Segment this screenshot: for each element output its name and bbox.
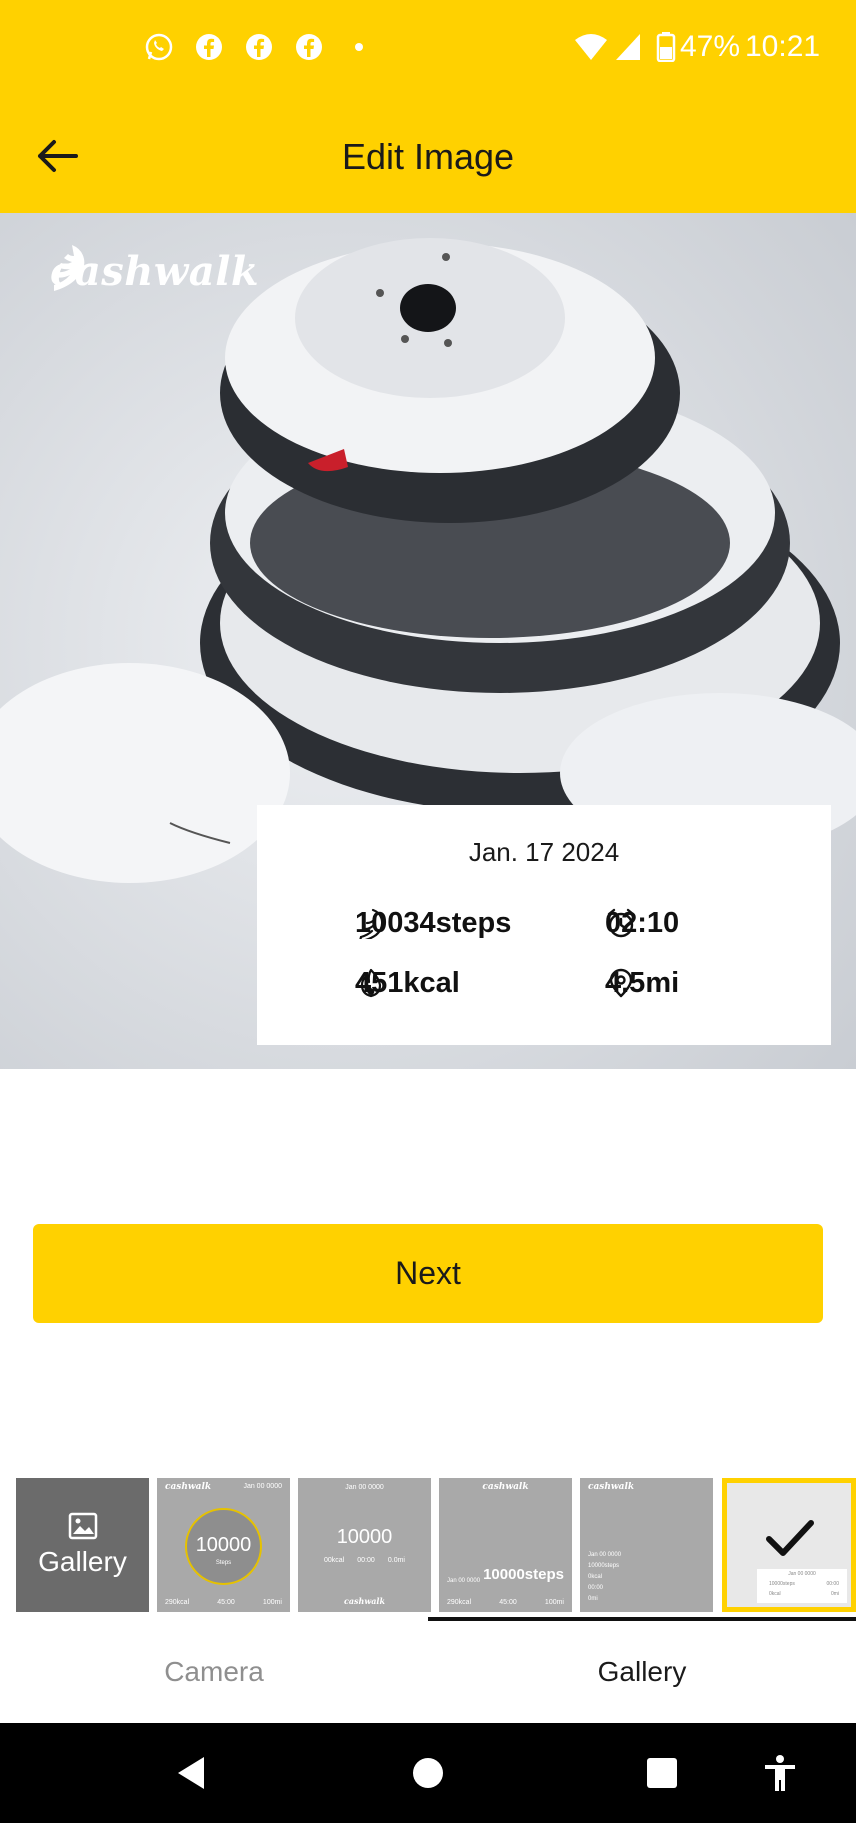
mini-stats-row: 00kcal 00:00 0.0mi: [324, 1557, 405, 1564]
shoe-icon: [54, 245, 85, 291]
mini-list-item: 0kcal: [588, 1574, 603, 1580]
mini-stats-row: 290kcal 45:00 100mi: [165, 1599, 282, 1606]
mini-time: 00:00: [826, 1581, 839, 1587]
map-pin-icon: [609, 968, 633, 998]
page-title: Edit Image: [341, 136, 515, 177]
mini-list-item: 00:00: [588, 1585, 604, 1591]
mini-stats-row: 290kcal 45:00 100mi: [447, 1599, 564, 1606]
mini-date: Jan 00 0000: [447, 1578, 481, 1584]
mini-steps: 10000steps: [769, 1581, 795, 1587]
mini-kcal: 00kcal: [324, 1557, 345, 1564]
mini-steps: 10000steps: [483, 1566, 564, 1583]
mini-dist: 0.0mi: [387, 1557, 405, 1564]
tab-camera-label: Camera: [164, 1656, 264, 1687]
battery-percent: 47%: [680, 30, 741, 63]
mini-time: 00:00: [357, 1557, 375, 1564]
flame-icon: [360, 968, 382, 998]
mini-steps: 10000: [195, 1534, 252, 1556]
mini-dist: 100mi: [262, 1599, 282, 1606]
accessibility-icon[interactable]: [760, 1753, 800, 1793]
back-triangle-icon[interactable]: [172, 1753, 212, 1793]
mini-kcal: 0kcal: [769, 1591, 781, 1597]
template-thumb-center[interactable]: Jan 00 0000 10000 00kcal 00:00 0.0mi cas…: [298, 1478, 431, 1612]
system-nav-bar: [0, 1723, 856, 1823]
next-button-label: Next: [395, 1255, 461, 1291]
clock: 10:21: [745, 30, 821, 63]
stats-card[interactable]: Jan. 17 2024 10034steps 02:10 451kcal 4.…: [257, 805, 831, 1045]
cell-signal-icon: [616, 34, 640, 60]
facebook-icon: [246, 34, 272, 60]
home-circle-icon[interactable]: [408, 1753, 448, 1793]
mini-date: Jan 00 0000: [345, 1484, 384, 1491]
facebook-icon: [296, 34, 322, 60]
mini-list-item: Jan 00 0000: [588, 1552, 622, 1558]
template-thumb-circle[interactable]: cashwalk Jan 00 0000 10000 Steps 290kcal…: [157, 1478, 290, 1612]
shoe-icon: [359, 908, 384, 939]
mini-brand: cashwalk: [165, 1482, 212, 1492]
mini-list-item: 10000steps: [588, 1563, 620, 1569]
wifi-icon: [575, 34, 607, 60]
template-thumb-selected[interactable]: Jan 00 0000 10000steps 00:00 0kcal 0mi: [722, 1478, 856, 1612]
mini-kcal: 290kcal: [165, 1599, 190, 1606]
battery-icon: [656, 32, 676, 62]
status-bar: 47% 10:21: [0, 0, 856, 100]
stat-time: 02:10: [605, 907, 679, 940]
tab-gallery[interactable]: Gallery: [428, 1620, 856, 1724]
dot-icon: [355, 43, 363, 51]
mini-time: 45:00: [217, 1599, 235, 1606]
mini-brand: cashwalk: [588, 1482, 635, 1492]
alarm-clock-icon: [607, 908, 635, 938]
mini-dist: 100mi: [544, 1599, 564, 1606]
mini-stats-card: Jan 00 0000 10000steps 00:00 0kcal 0mi: [757, 1569, 847, 1603]
edited-photo[interactable]: cashwalk Jan. 17 2024 10034steps 02:10 4…: [0, 213, 856, 1069]
mini-brand: cashwalk: [482, 1482, 529, 1492]
mini-date: Jan 00 0000: [788, 1571, 816, 1577]
mini-stats-list: Jan 00 0000 10000steps 0kcal 00:00 0mi: [588, 1550, 621, 1605]
header: Edit Image: [0, 100, 856, 213]
mini-date: Jan 00 0000: [243, 1483, 282, 1490]
gallery-picker-tile[interactable]: Gallery: [16, 1478, 149, 1612]
next-button[interactable]: Next: [33, 1224, 823, 1323]
facebook-icon: [196, 34, 222, 60]
mini-steps: 10000: [336, 1526, 393, 1548]
mini-kcal: 290kcal: [447, 1599, 472, 1606]
template-strip: Gallery cashwalk Jan 00 0000 10000 Steps…: [0, 1478, 856, 1612]
tab-camera[interactable]: Camera: [0, 1620, 428, 1724]
tab-gallery-label: Gallery: [597, 1656, 687, 1687]
mini-time: 45:00: [499, 1599, 517, 1606]
mini-dist: 0mi: [830, 1591, 839, 1597]
template-thumb-bottom[interactable]: cashwalk Jan 00 0000 10000steps 290kcal …: [439, 1478, 572, 1612]
stats-date: Jan. 17 2024: [468, 837, 620, 867]
stat-kcal: 451kcal: [355, 967, 460, 1000]
stat-steps: 10034steps: [355, 907, 511, 940]
template-thumb-list[interactable]: cashwalk Jan 00 0000 10000steps 0kcal 00…: [580, 1478, 713, 1612]
checkmark-icon: [766, 1520, 814, 1556]
recents-square-icon[interactable]: [642, 1753, 682, 1793]
mini-steps-unit: Steps: [215, 1560, 232, 1566]
whatsapp-icon: [145, 33, 173, 61]
mini-list-item: 0mi: [588, 1596, 598, 1602]
stat-distance: 4.5mi: [605, 967, 679, 1000]
image-icon: [68, 1512, 97, 1540]
mini-brand: cashwalk: [343, 1596, 386, 1606]
cashwalk-logo: cashwalk: [50, 243, 259, 299]
gallery-tile-label: Gallery: [38, 1546, 127, 1577]
